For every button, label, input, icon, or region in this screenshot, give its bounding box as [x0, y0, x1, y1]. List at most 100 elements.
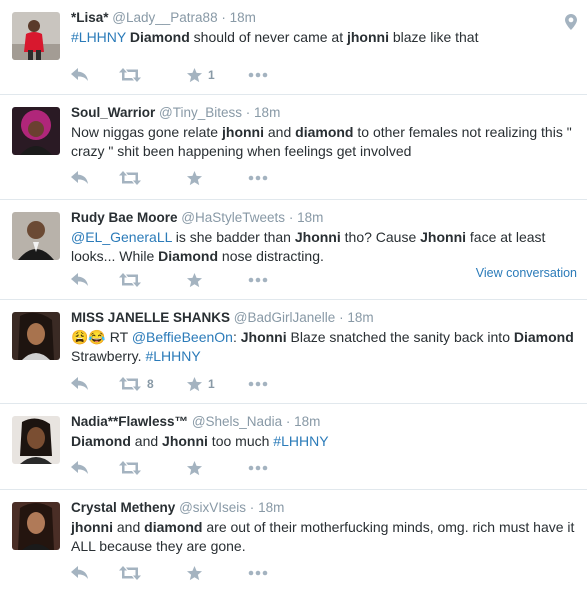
retweet-button[interactable]: 8: [119, 374, 157, 394]
tweet-content: Nadia**Flawless™ @Shels_Nadia · 18m Diam…: [71, 413, 577, 451]
tweet-timestamp[interactable]: 18m: [230, 10, 256, 25]
favorite-button[interactable]: [187, 270, 218, 290]
avatar[interactable]: [12, 212, 60, 260]
tweet-fullname[interactable]: Soul_Warrior: [71, 105, 155, 120]
hashtag-link[interactable]: #LHHNY: [273, 433, 328, 449]
tweet[interactable]: Soul_Warrior @Tiny_Bitess · 18m Now nigg…: [0, 95, 587, 200]
reply-button[interactable]: [71, 270, 89, 290]
more-button[interactable]: [248, 270, 268, 290]
tweet-text-segment: Strawberry.: [71, 348, 146, 364]
favorite-button[interactable]: [187, 458, 218, 478]
highlighted-keyword: Jhonni: [420, 229, 467, 245]
tweet-fullname[interactable]: Nadia**Flawless™: [71, 414, 188, 429]
reply-button[interactable]: [71, 458, 89, 478]
more-button[interactable]: [248, 458, 268, 478]
tweet-text: @EL_GeneraLL is she badder than Jhonni t…: [71, 228, 577, 266]
tweet-username[interactable]: @Shels_Nadia: [192, 414, 282, 429]
avatar[interactable]: [12, 107, 60, 155]
favorite-count: 1: [208, 68, 215, 82]
reply-icon: [71, 273, 88, 286]
tweet-text-segment: :: [232, 329, 241, 345]
reply-button[interactable]: [71, 65, 89, 85]
separator: ·: [249, 500, 255, 515]
hashtag-link[interactable]: #LHHNY: [71, 29, 126, 45]
tweet[interactable]: Crystal Metheny @sixVIseis · 18m jhonni …: [0, 490, 587, 598]
mention-link[interactable]: @EL_GeneraLL: [71, 229, 172, 245]
tweet-header: Nadia**Flawless™ @Shels_Nadia · 18m: [71, 413, 577, 431]
tweet-fullname[interactable]: *Lisa*: [71, 10, 109, 25]
tweet[interactable]: MISS JANELLE SHANKS @BadGirlJanelle · 18…: [0, 300, 587, 404]
retweet-icon: [119, 273, 141, 287]
tweet-fullname[interactable]: MISS JANELLE SHANKS: [71, 310, 230, 325]
tweet-username[interactable]: @sixVIseis: [179, 500, 246, 515]
highlighted-keyword: Jhonni: [294, 229, 341, 245]
tweet-username[interactable]: @Tiny_Bitess: [159, 105, 242, 120]
more-button[interactable]: [248, 374, 268, 394]
retweet-icon: [119, 171, 141, 185]
tweet-username[interactable]: @Lady__Patra88: [112, 10, 217, 25]
tweet-fullname[interactable]: Rudy Bae Moore: [71, 210, 178, 225]
view-conversation-link[interactable]: View conversation: [476, 266, 577, 280]
avatar[interactable]: [12, 502, 60, 550]
retweet-button[interactable]: [119, 563, 157, 583]
tweet-timestamp[interactable]: 18m: [258, 500, 284, 515]
tweet-text-segment: RT: [105, 329, 132, 345]
retweet-button[interactable]: [119, 65, 157, 85]
more-icon: [248, 72, 268, 78]
highlighted-keyword: Diamond: [129, 29, 190, 45]
more-button[interactable]: [248, 563, 268, 583]
retweet-button[interactable]: [119, 270, 157, 290]
avatar[interactable]: [12, 416, 60, 464]
reply-button[interactable]: [71, 374, 89, 394]
more-icon: [248, 465, 268, 471]
favorite-icon: [187, 170, 202, 185]
retweet-button[interactable]: [119, 458, 157, 478]
favorite-button[interactable]: 1: [187, 65, 218, 85]
reply-button[interactable]: [71, 563, 89, 583]
tweet-timestamp[interactable]: 18m: [347, 310, 373, 325]
tweet[interactable]: Rudy Bae Moore @HaStyleTweets · 18m @EL_…: [0, 200, 587, 300]
tweet-content: MISS JANELLE SHANKS @BadGirlJanelle · 18…: [71, 309, 577, 366]
favorite-count: 1: [208, 377, 215, 391]
separator: ·: [221, 10, 226, 25]
more-icon: [248, 570, 268, 576]
tweet-timestamp[interactable]: 18m: [254, 105, 280, 120]
favorite-button[interactable]: [187, 563, 218, 583]
tweet[interactable]: *Lisa* @Lady__Patra88 · 18m #LHHNY Diamo…: [0, 0, 587, 95]
tweet-username[interactable]: @HaStyleTweets: [181, 210, 285, 225]
tweet-text: jhonni and diamond are out of their moth…: [71, 518, 577, 556]
highlighted-keyword: jhonni: [346, 29, 389, 45]
avatar[interactable]: [12, 312, 60, 360]
tweet-content: Soul_Warrior @Tiny_Bitess · 18m Now nigg…: [71, 104, 577, 161]
tweet-text-segment: is she badder than: [171, 229, 295, 245]
tweet-text-segment: should of never came at: [189, 29, 347, 45]
tweet[interactable]: Nadia**Flawless™ @Shels_Nadia · 18m Diam…: [0, 404, 587, 490]
geo-location-icon[interactable]: [565, 14, 577, 35]
mention-link[interactable]: @BeffieBeenOn: [132, 329, 233, 345]
highlighted-keyword: Jhonni: [240, 329, 287, 345]
retweet-count: 8: [147, 377, 154, 391]
favorite-button[interactable]: 1: [187, 374, 218, 394]
favorite-icon: [187, 67, 202, 82]
tweet-text-segment: and: [264, 124, 296, 140]
tweet-timestamp[interactable]: 18m: [297, 210, 323, 225]
favorite-button[interactable]: [187, 168, 218, 188]
tweet-text-segment: Now niggas gone relate: [71, 124, 222, 140]
more-button[interactable]: [248, 168, 268, 188]
reply-icon: [71, 377, 88, 390]
retweet-button[interactable]: [119, 168, 157, 188]
retweet-icon: [119, 68, 141, 82]
avatar[interactable]: [12, 12, 60, 60]
more-button[interactable]: [248, 65, 268, 85]
tweet-text: Diamond and Jhonni too much #LHHNY: [71, 432, 577, 451]
hashtag-link[interactable]: #LHHNY: [145, 348, 200, 364]
reply-button[interactable]: [71, 168, 89, 188]
tweet-header: *Lisa* @Lady__Patra88 · 18m: [71, 9, 577, 27]
highlighted-keyword: jhonni: [71, 519, 113, 535]
tweet-text: Now niggas gone relate jhonni and diamon…: [71, 123, 577, 161]
highlighted-keyword: Diamond: [71, 433, 131, 449]
tweet-fullname[interactable]: Crystal Metheny: [71, 500, 175, 515]
separator: ·: [288, 210, 294, 225]
tweet-timestamp[interactable]: 18m: [294, 414, 320, 429]
tweet-username[interactable]: @BadGirlJanelle: [234, 310, 336, 325]
